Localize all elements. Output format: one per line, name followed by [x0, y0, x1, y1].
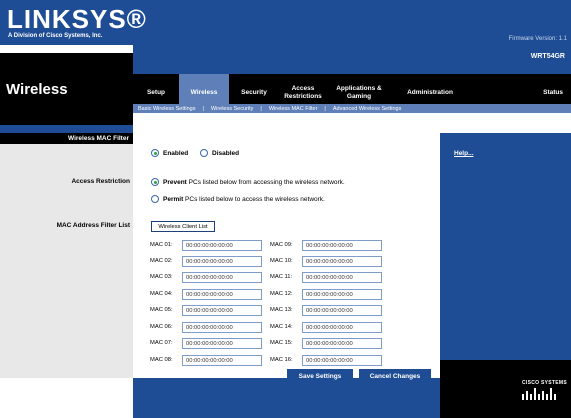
mac-label: MAC 07:: [150, 340, 173, 346]
header-spacer: [0, 45, 133, 53]
mac-label: MAC 13:: [270, 307, 293, 313]
mac-input[interactable]: 00:00:00:00:00:00: [302, 272, 382, 283]
enabled-label: Enabled: [163, 149, 189, 157]
mac-input[interactable]: 00:00:00:00:00:00: [182, 272, 262, 283]
filter-enabled-option[interactable]: Enabled: [151, 149, 188, 157]
mac-input[interactable]: 00:00:00:00:00:00: [182, 256, 262, 267]
mac-label: MAC 02:: [150, 258, 173, 264]
mac-label: MAC 06:: [150, 324, 173, 330]
mac-input[interactable]: 00:00:00:00:00:00: [302, 305, 382, 316]
help-link[interactable]: Help...: [454, 150, 474, 157]
subnav-basic-wireless[interactable]: Basic Wireless Settings: [133, 106, 200, 112]
filter-disabled-option[interactable]: Disabled: [200, 149, 239, 157]
mac-input[interactable]: 00:00:00:00:00:00: [182, 305, 262, 316]
mac-label: MAC 15:: [270, 340, 293, 346]
enabled-radio[interactable]: [151, 149, 159, 157]
subnav-wireless-security[interactable]: Wireless Security: [206, 106, 258, 112]
subnav-wireless-mac-filter[interactable]: Wireless MAC Filter: [264, 106, 323, 112]
model-name: WRT54GR: [530, 53, 565, 60]
mac-input[interactable]: 00:00:00:00:00:00: [302, 240, 382, 251]
help-panel: [440, 133, 571, 378]
mac-input[interactable]: 00:00:00:00:00:00: [182, 338, 262, 349]
mac-input[interactable]: 00:00:00:00:00:00: [302, 355, 382, 366]
subnav: Basic Wireless Settings | Wireless Secur…: [133, 104, 571, 113]
section-header: Wireless MAC Filter: [0, 133, 133, 144]
save-settings-button[interactable]: Save Settings: [287, 369, 353, 384]
prevent-radio[interactable]: [151, 178, 159, 186]
header-gap: [133, 113, 571, 123]
permit-label: Permit: [163, 195, 184, 203]
footer-bar: [133, 378, 440, 418]
mac-label: MAC 11:: [270, 274, 293, 280]
mac-input[interactable]: 00:00:00:00:00:00: [182, 240, 262, 251]
mac-label: MAC 12:: [270, 291, 293, 297]
linksys-logo: LINKSYS®: [7, 4, 147, 34]
logo-subtitle: A Division of Cisco Systems, Inc.: [8, 33, 103, 39]
mac-input[interactable]: 00:00:00:00:00:00: [302, 322, 382, 333]
cisco-bridge-icon: [522, 388, 556, 400]
prevent-description: PCs listed below from accessing the wire…: [188, 178, 345, 186]
mac-input[interactable]: 00:00:00:00:00:00: [302, 256, 382, 267]
footer-left: [0, 378, 133, 418]
disabled-label: Disabled: [212, 149, 240, 157]
mac-label: MAC 03:: [150, 274, 173, 280]
mac-label: MAC 16:: [270, 357, 293, 363]
mac-label: MAC 08:: [150, 357, 173, 363]
mac-label: MAC 05:: [150, 307, 173, 313]
page-title: Wireless: [6, 81, 68, 98]
model-bar: [133, 45, 571, 74]
mac-input[interactable]: 00:00:00:00:00:00: [182, 322, 262, 333]
mac-label: MAC 14:: [270, 324, 293, 330]
mac-input[interactable]: 00:00:00:00:00:00: [302, 289, 382, 300]
mac-label: MAC 10:: [270, 258, 293, 264]
mac-input[interactable]: 00:00:00:00:00:00: [182, 355, 262, 366]
permit-radio[interactable]: [151, 195, 159, 203]
mac-label: MAC 09:: [270, 242, 293, 248]
mac-label: MAC 04:: [150, 291, 173, 297]
mac-label: MAC 01:: [150, 242, 173, 248]
left-divider-strip: [0, 125, 133, 133]
disabled-radio[interactable]: [200, 149, 208, 157]
wireless-client-list-button[interactable]: Wireless Client List: [151, 221, 215, 232]
mac-filter-list-label: MAC Address Filter List: [56, 222, 130, 229]
permit-option[interactable]: Permit PCs listed below to access the wi…: [151, 195, 325, 203]
access-restriction-label: Access Restriction: [71, 178, 130, 185]
prevent-option[interactable]: Prevent PCs listed below from accessing …: [151, 178, 345, 186]
mac-input[interactable]: 00:00:00:00:00:00: [302, 338, 382, 349]
prevent-label: Prevent: [163, 178, 187, 186]
mac-input[interactable]: 00:00:00:00:00:00: [182, 289, 262, 300]
subnav-advanced-wireless[interactable]: Advanced Wireless Settings: [328, 106, 406, 112]
label-column: [0, 133, 133, 418]
cancel-changes-button[interactable]: Cancel Changes: [359, 369, 431, 384]
permit-description: PCs listed below to access the wireless …: [185, 195, 325, 203]
firmware-version: Firmware Version: 1.1: [508, 36, 567, 42]
